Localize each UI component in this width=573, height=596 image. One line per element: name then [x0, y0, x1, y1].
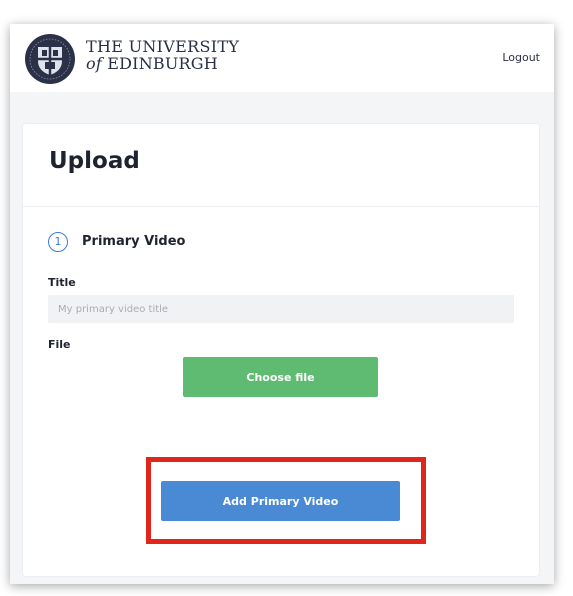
card-divider — [23, 206, 539, 207]
university-crest-logo — [25, 34, 75, 84]
university-name-of: of — [86, 54, 102, 73]
title-label: Title — [48, 276, 76, 289]
video-title-input[interactable] — [48, 295, 514, 323]
add-primary-video-button[interactable]: Add Primary Video — [161, 481, 400, 521]
step-number-badge: 1 — [48, 232, 68, 252]
app-window: THE UNIVERSITY of EDINBURGH Logout Uploa… — [10, 24, 554, 584]
university-name-edinburgh: EDINBURGH — [107, 54, 218, 73]
university-name-line2: of EDINBURGH — [86, 55, 239, 72]
choose-file-button[interactable]: Choose file — [183, 357, 378, 397]
university-name: THE UNIVERSITY of EDINBURGH — [86, 38, 239, 72]
upload-card: Upload 1 Primary Video Title File Choose… — [23, 124, 539, 576]
step-title: Primary Video — [82, 234, 186, 249]
university-name-line1: THE UNIVERSITY — [86, 37, 240, 56]
top-header: THE UNIVERSITY of EDINBURGH Logout — [10, 24, 554, 92]
logout-link[interactable]: Logout — [502, 51, 540, 64]
page-title: Upload — [49, 148, 140, 174]
file-label: File — [48, 338, 71, 351]
